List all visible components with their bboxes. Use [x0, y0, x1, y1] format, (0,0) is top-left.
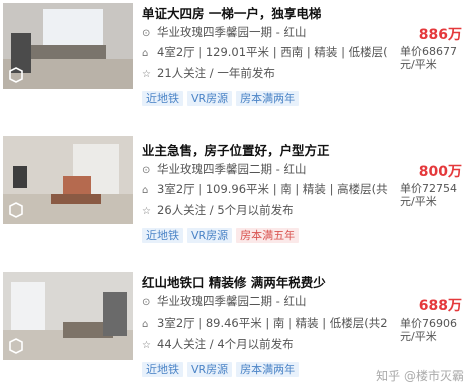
community-row: ⊙ 华业玫瑰四季馨园一期 - 红山	[142, 23, 402, 41]
listing-card[interactable]: 业主急售，房子位置好，户型方正 ⊙ 华业玫瑰四季馨园二期 - 红山 ⌂ 3室2厅 |…	[0, 136, 474, 260]
listing-photo[interactable]	[3, 3, 133, 89]
tag: 房本满五年	[236, 228, 300, 243]
tag: VR房源	[187, 362, 233, 377]
tag: 近地铁	[142, 91, 183, 106]
star-icon: ☆	[142, 69, 151, 80]
tag-list: 近地铁 VR房源 房本满五年	[142, 224, 303, 243]
specs-row: ⌂ 4室2厅 | 129.01平米 | 西南 | 精装 | 低楼层(	[142, 43, 402, 61]
location-icon: ⊙	[142, 28, 151, 39]
location-icon: ⊙	[142, 297, 151, 308]
total-price: 886万	[418, 27, 462, 43]
unit-price: 单价76906 元/平米	[400, 317, 457, 343]
total-price: 800万	[418, 164, 462, 180]
unit-price: 单价68677 元/平米	[400, 45, 457, 71]
house-icon: ⌂	[142, 48, 149, 59]
specs-row: ⌂ 3室2厅 | 89.46平米 | 南 | 精装 | 低楼层(共2	[142, 314, 402, 332]
tag: 近地铁	[142, 362, 183, 377]
listing-title[interactable]: 业主急售，房子位置好，户型方正	[142, 140, 330, 159]
listing-title[interactable]: 红山地铁口 精装修 满两年税费少	[142, 272, 326, 291]
tag: VR房源	[187, 91, 233, 106]
house-icon: ⌂	[142, 319, 149, 330]
tag: 近地铁	[142, 228, 183, 243]
listing-photo[interactable]	[3, 136, 133, 224]
house-icon: ⌂	[142, 185, 149, 196]
tag: VR房源	[187, 228, 233, 243]
community-row: ⊙ 华业玫瑰四季馨园二期 - 红山	[142, 160, 402, 178]
tag: 房本满两年	[236, 362, 300, 377]
star-icon: ☆	[142, 206, 151, 217]
listing-card[interactable]: 单证大四房 一梯一户，独享电梯 ⊙ 华业玫瑰四季馨园一期 - 红山 ⌂ 4室2厅 |…	[0, 3, 474, 123]
vr-icon	[9, 202, 23, 218]
community-row: ⊙ 华业玫瑰四季馨园二期 - 红山	[142, 292, 402, 310]
tag-list: 近地铁 VR房源 房本满两年	[142, 87, 303, 106]
watermark: 知乎 @楼市灭霸	[376, 369, 464, 383]
tag: 房本满两年	[236, 91, 300, 106]
star-icon: ☆	[142, 340, 151, 351]
follow-row: ☆ 26人关注 / 5个月以前发布	[142, 201, 402, 219]
vr-icon	[9, 67, 23, 83]
listing-photo[interactable]	[3, 272, 133, 360]
unit-price: 单价72754 元/平米	[400, 182, 457, 208]
vr-icon	[9, 338, 23, 354]
location-icon: ⊙	[142, 165, 151, 176]
tag-list: 近地铁 VR房源 房本满两年	[142, 358, 303, 377]
listing-title[interactable]: 单证大四房 一梯一户，独享电梯	[142, 3, 321, 22]
follow-row: ☆ 21人关注 / 一年前发布	[142, 64, 402, 82]
follow-row: ☆ 44人关注 / 4个月以前发布	[142, 335, 402, 353]
specs-row: ⌂ 3室2厅 | 109.96平米 | 南 | 精装 | 高楼层(共	[142, 180, 402, 198]
total-price: 688万	[418, 298, 462, 314]
